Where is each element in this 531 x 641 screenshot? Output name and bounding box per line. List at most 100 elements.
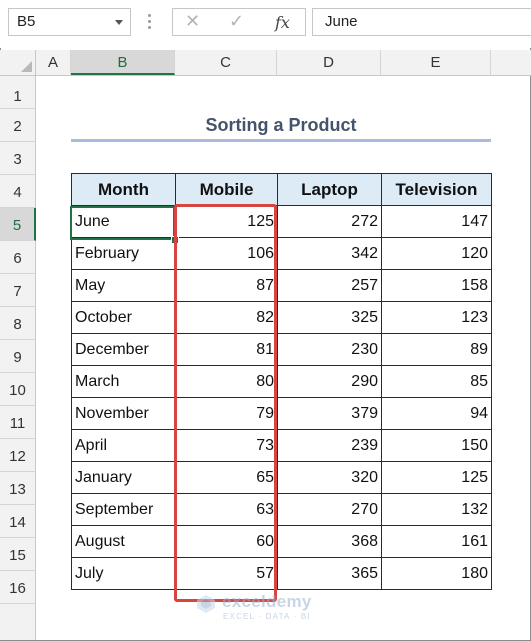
cell-television[interactable]: 125 [381, 461, 492, 494]
cell-month[interactable]: January [71, 461, 176, 494]
drag-handle-icon[interactable] [148, 14, 151, 30]
row-header-15[interactable]: 15 [0, 538, 36, 571]
cell-month[interactable]: April [71, 429, 176, 462]
cell-month[interactable]: June [71, 205, 176, 238]
row-header-10[interactable]: 10 [0, 373, 36, 406]
cell-mobile[interactable]: 106 [175, 237, 278, 270]
cell-month[interactable]: September [71, 493, 176, 526]
cell-laptop[interactable]: 257 [277, 269, 382, 302]
cell-mobile[interactable]: 60 [175, 525, 278, 558]
cell-mobile[interactable]: 73 [175, 429, 278, 462]
table-row: July 57 365 180 [71, 557, 492, 590]
cell-laptop[interactable]: 325 [277, 301, 382, 334]
table-row: January 65 320 125 [71, 461, 492, 494]
cell-television[interactable]: 120 [381, 237, 492, 270]
header-month[interactable]: Month [71, 173, 176, 206]
cell-month[interactable]: March [71, 365, 176, 398]
header-television[interactable]: Television [381, 173, 492, 206]
table-row: June 125 272 147 [71, 205, 492, 238]
header-mobile[interactable]: Mobile [175, 173, 278, 206]
row-header-8[interactable]: 8 [0, 307, 36, 340]
insert-function-icon[interactable]: fx [275, 13, 290, 32]
cell-laptop[interactable]: 239 [277, 429, 382, 462]
cell-mobile[interactable]: 57 [175, 557, 278, 590]
cell-television[interactable]: 132 [381, 493, 492, 526]
table-row: August 60 368 161 [71, 525, 492, 558]
column-header-blank [491, 50, 531, 75]
cell-month[interactable]: December [71, 333, 176, 366]
column-header-e[interactable]: E [381, 50, 491, 75]
row-header-1[interactable]: 1 [0, 76, 36, 109]
row-header-9[interactable]: 9 [0, 340, 36, 373]
column-header-b[interactable]: B [71, 50, 175, 75]
table-row: April 73 239 150 [71, 429, 492, 462]
cell-mobile[interactable]: 81 [175, 333, 278, 366]
cell-mobile[interactable]: 80 [175, 365, 278, 398]
column-header-row: A B C D E [0, 50, 531, 76]
cell-month[interactable]: November [71, 397, 176, 430]
cell-television[interactable]: 123 [381, 301, 492, 334]
cell-television[interactable]: 89 [381, 333, 492, 366]
cell-television[interactable]: 85 [381, 365, 492, 398]
cell-laptop[interactable]: 342 [277, 237, 382, 270]
cell-mobile[interactable]: 79 [175, 397, 278, 430]
cell-laptop[interactable]: 270 [277, 493, 382, 526]
select-all-icon [21, 61, 32, 72]
formula-input[interactable]: June [312, 8, 531, 36]
cell-laptop[interactable]: 320 [277, 461, 382, 494]
cell-television[interactable]: 158 [381, 269, 492, 302]
cell-month[interactable]: February [71, 237, 176, 270]
cancel-icon[interactable]: ✕ [185, 11, 200, 32]
row-header-7[interactable]: 7 [0, 274, 36, 307]
cell-month[interactable]: August [71, 525, 176, 558]
cell-laptop[interactable]: 365 [277, 557, 382, 590]
column-header-c[interactable]: C [175, 50, 277, 75]
cell-television[interactable]: 161 [381, 525, 492, 558]
cell-mobile[interactable]: 87 [175, 269, 278, 302]
row-header-6[interactable]: 6 [0, 241, 36, 274]
cell-television[interactable]: 147 [381, 205, 492, 238]
data-table: Month Mobile Laptop Television June 125 27… [71, 173, 492, 590]
cell-laptop[interactable]: 368 [277, 525, 382, 558]
row-header-16[interactable]: 16 [0, 571, 36, 604]
table-row: December 81 230 89 [71, 333, 492, 366]
row-header-2[interactable]: 2 [0, 109, 36, 142]
table-row: May 87 257 158 [71, 269, 492, 302]
chevron-down-icon[interactable] [115, 20, 123, 25]
watermark-tagline: EXCEL · DATA · BI [223, 612, 311, 621]
enter-icon[interactable]: ✓ [229, 11, 244, 32]
cell-television[interactable]: 94 [381, 397, 492, 430]
name-box-value: B5 [17, 13, 36, 30]
exceldemy-logo-icon [197, 595, 215, 613]
fill-handle[interactable] [171, 236, 179, 244]
sheet-title[interactable]: Sorting a Product [71, 109, 491, 141]
row-header-3[interactable]: 3 [0, 142, 36, 175]
formula-bar: B5 ✕ ✓ fx June [0, 0, 531, 48]
row-header-5[interactable]: 5 [0, 208, 36, 241]
row-header-11[interactable]: 11 [0, 406, 36, 439]
row-header-14[interactable]: 14 [0, 505, 36, 538]
select-all-button[interactable] [0, 50, 36, 75]
cell-television[interactable]: 150 [381, 429, 492, 462]
watermark-brand: exceldemy [222, 592, 312, 611]
column-header-d[interactable]: D [277, 50, 381, 75]
cell-mobile[interactable]: 125 [175, 205, 278, 238]
cell-month[interactable]: October [71, 301, 176, 334]
name-box[interactable]: B5 [8, 8, 131, 36]
row-header-4[interactable]: 4 [0, 175, 36, 208]
cell-mobile[interactable]: 63 [175, 493, 278, 526]
cell-month[interactable]: July [71, 557, 176, 590]
cell-mobile[interactable]: 82 [175, 301, 278, 334]
cell-laptop[interactable]: 290 [277, 365, 382, 398]
cell-laptop[interactable]: 230 [277, 333, 382, 366]
column-header-a[interactable]: A [36, 50, 71, 75]
cell-month[interactable]: May [71, 269, 176, 302]
cell-laptop[interactable]: 379 [277, 397, 382, 430]
cell-laptop[interactable]: 272 [277, 205, 382, 238]
table-row: February 106 342 120 [71, 237, 492, 270]
row-header-12[interactable]: 12 [0, 439, 36, 472]
header-laptop[interactable]: Laptop [277, 173, 382, 206]
row-header-13[interactable]: 13 [0, 472, 36, 505]
cell-mobile[interactable]: 65 [175, 461, 278, 494]
cell-television[interactable]: 180 [381, 557, 492, 590]
